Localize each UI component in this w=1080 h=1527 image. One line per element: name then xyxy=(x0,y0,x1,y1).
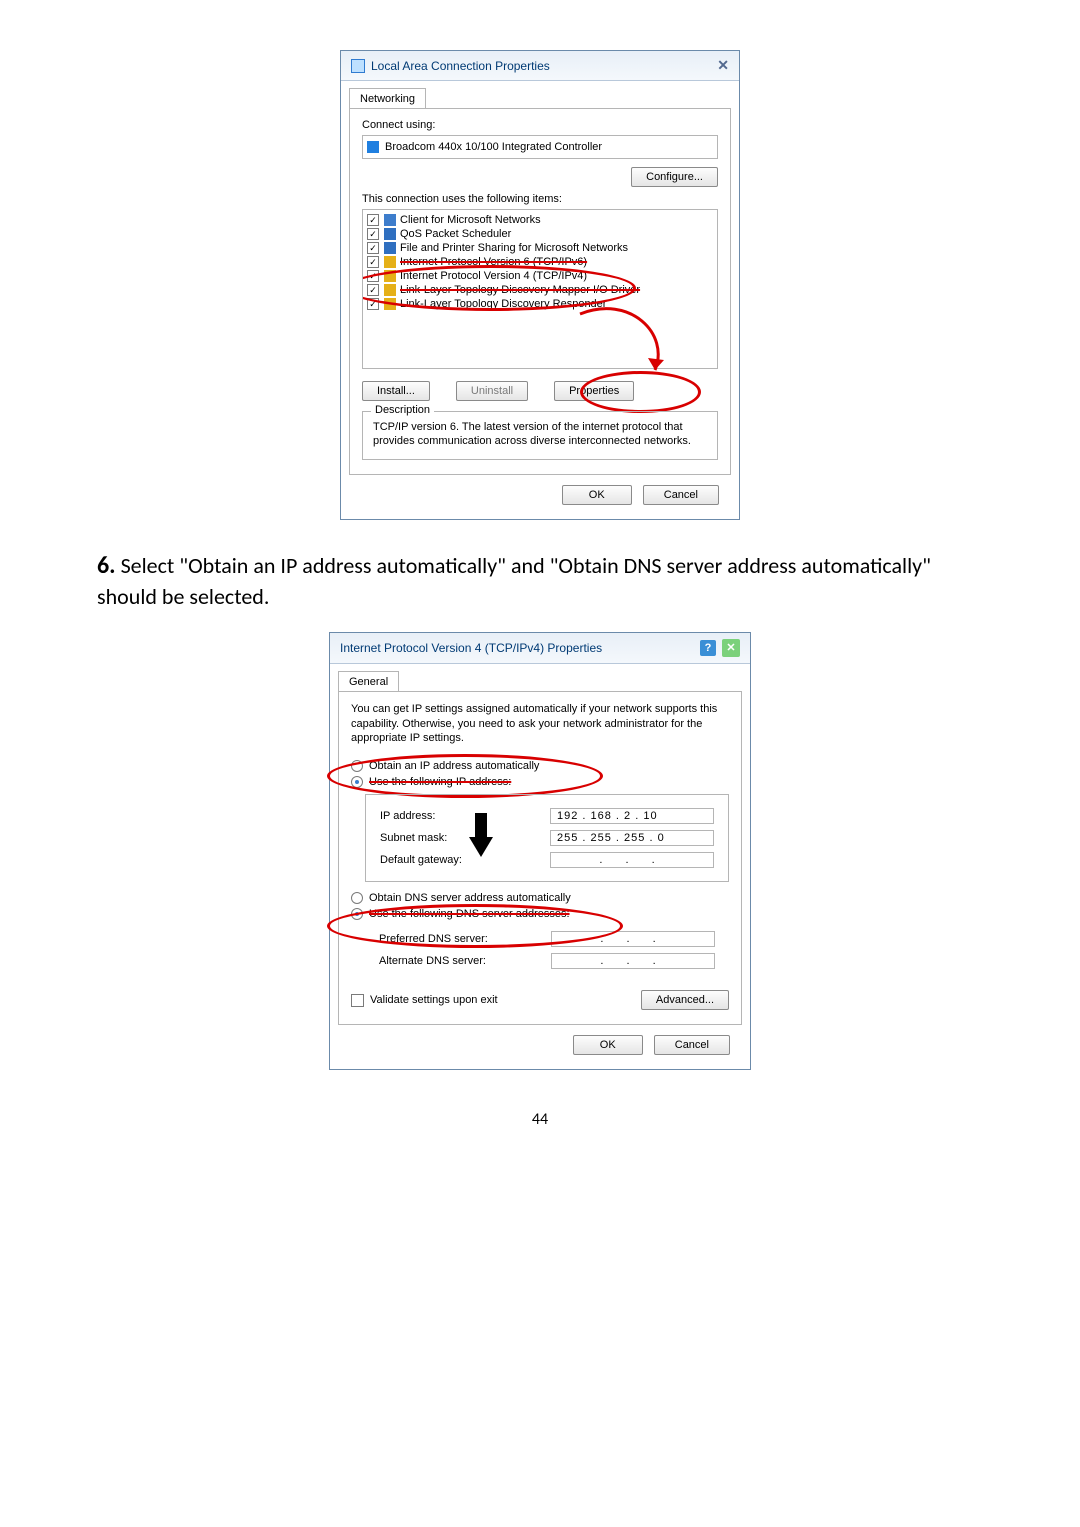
help-icon[interactable]: ? xyxy=(700,640,716,656)
check-icon[interactable] xyxy=(367,242,379,254)
close-icon[interactable]: ✕ xyxy=(722,639,740,657)
radio-icon[interactable] xyxy=(351,776,363,788)
check-icon[interactable] xyxy=(367,284,379,296)
protocol-icon xyxy=(384,284,396,296)
list-item[interactable]: QoS Packet Scheduler xyxy=(367,227,713,241)
radio-icon[interactable] xyxy=(351,892,363,904)
uninstall-button: Uninstall xyxy=(456,381,528,401)
ip-address-label: IP address: xyxy=(380,810,435,822)
dialog-title: Local Area Connection Properties xyxy=(371,59,550,73)
ip-address-value[interactable]: 192 . 168 . 2 . 10 xyxy=(550,808,714,824)
ipv4-properties-dialog: Internet Protocol Version 4 (TCP/IPv4) P… xyxy=(329,632,751,1071)
list-item[interactable]: Link-Layer Topology Discovery Mapper I/O… xyxy=(367,283,713,297)
check-icon[interactable] xyxy=(367,228,379,240)
check-icon[interactable] xyxy=(367,256,379,268)
option-label: Use the following IP address: xyxy=(369,776,511,788)
network-icon xyxy=(351,59,365,73)
list-item-label: Internet Protocol Version 4 (TCP/IPv4) xyxy=(400,270,587,282)
cancel-button[interactable]: Cancel xyxy=(643,485,719,505)
adapter-name: Broadcom 440x 10/100 Integrated Controll… xyxy=(385,141,602,153)
advanced-button[interactable]: Advanced... xyxy=(641,990,729,1010)
connect-using-label: Connect using: xyxy=(362,119,718,131)
checkbox-icon[interactable] xyxy=(351,994,364,1007)
tab-general[interactable]: General xyxy=(338,671,399,692)
properties-button[interactable]: Properties xyxy=(554,381,634,401)
close-icon[interactable]: ✕ xyxy=(717,57,729,74)
validate-checkbox-row[interactable]: Validate settings upon exit xyxy=(351,994,498,1007)
subnet-value[interactable]: 255 . 255 . 255 . 0 xyxy=(550,830,714,846)
option-dns-auto[interactable]: Obtain DNS server address automatically xyxy=(351,890,729,906)
configure-button[interactable]: Configure... xyxy=(631,167,718,187)
option-label: Obtain DNS server address automatically xyxy=(369,892,571,904)
list-item-label: Client for Microsoft Networks xyxy=(400,214,541,226)
check-icon[interactable] xyxy=(367,298,379,310)
ok-button[interactable]: OK xyxy=(562,485,632,505)
qos-icon xyxy=(384,228,396,240)
list-item[interactable]: Internet Protocol Version 4 (TCP/IPv4) xyxy=(367,269,713,283)
option-label: Use the following DNS server addresses: xyxy=(369,908,570,920)
radio-icon[interactable] xyxy=(351,760,363,772)
list-item-label: Link-Layer Topology Discovery Mapper I/O… xyxy=(400,284,640,296)
install-button[interactable]: Install... xyxy=(362,381,430,401)
protocol-icon xyxy=(384,298,396,310)
lan-properties-dialog: Local Area Connection Properties ✕ Netwo… xyxy=(340,50,740,520)
description-group: Description TCP/IP version 6. The latest… xyxy=(362,411,718,460)
check-icon[interactable] xyxy=(367,270,379,282)
alt-dns-value[interactable]: . . . xyxy=(551,953,715,969)
dns-settings-group: Preferred DNS server: . . . Alternate DNS… xyxy=(365,926,729,982)
black-arrow-icon xyxy=(466,813,496,857)
items-list[interactable]: Client for Microsoft Networks QoS Packet… xyxy=(362,209,718,369)
monitor-icon xyxy=(384,214,396,226)
option-ip-auto[interactable]: Obtain an IP address automatically xyxy=(351,758,729,774)
items-label: This connection uses the following items… xyxy=(362,193,718,205)
option-dns-manual[interactable]: Use the following DNS server addresses: xyxy=(351,906,729,922)
intro-text: You can get IP settings assigned automat… xyxy=(351,702,729,747)
option-label: Obtain an IP address automatically xyxy=(369,760,539,772)
list-item-label: Link-Layer Topology Discovery Responder xyxy=(400,298,606,310)
cancel-button[interactable]: Cancel xyxy=(654,1035,730,1055)
list-item[interactable]: File and Printer Sharing for Microsoft N… xyxy=(367,241,713,255)
adapter-icon xyxy=(367,141,379,153)
title-bar: Local Area Connection Properties ✕ xyxy=(341,51,739,81)
tab-networking[interactable]: Networking xyxy=(349,88,426,109)
adapter-text: Broadcom 440x 10/100 Integrated Controll… xyxy=(362,135,718,159)
check-icon[interactable] xyxy=(367,214,379,226)
title-bar: Internet Protocol Version 4 (TCP/IPv4) P… xyxy=(330,633,750,664)
subnet-label: Subnet mask: xyxy=(380,832,447,844)
description-title: Description xyxy=(371,404,434,416)
pref-dns-label: Preferred DNS server: xyxy=(379,933,488,945)
list-item-label: QoS Packet Scheduler xyxy=(400,228,511,240)
description-text: TCP/IP version 6. The latest version of … xyxy=(373,420,707,449)
ok-button[interactable]: OK xyxy=(573,1035,643,1055)
gateway-label: Default gateway: xyxy=(380,854,462,866)
list-item-label: File and Printer Sharing for Microsoft N… xyxy=(400,242,628,254)
step-number: 6. xyxy=(97,551,116,580)
protocol-icon xyxy=(384,256,396,268)
pref-dns-value[interactable]: . . . xyxy=(551,931,715,947)
dialog-title: Internet Protocol Version 4 (TCP/IPv4) P… xyxy=(340,641,602,655)
validate-label: Validate settings upon exit xyxy=(370,994,498,1006)
step-text: Select "Obtain an IP address automatical… xyxy=(97,552,931,610)
list-item-label: Internet Protocol Version 6 (TCP/IPv6) xyxy=(400,256,587,268)
list-item[interactable]: Internet Protocol Version 6 (TCP/IPv6) xyxy=(367,255,713,269)
instruction-step: 6. Select "Obtain an IP address automati… xyxy=(95,550,985,612)
list-item[interactable]: Client for Microsoft Networks xyxy=(367,213,713,227)
page-number: 44 xyxy=(95,1110,985,1129)
radio-icon[interactable] xyxy=(351,908,363,920)
protocol-icon xyxy=(384,270,396,282)
list-item[interactable]: Link-Layer Topology Discovery Responder xyxy=(367,297,713,311)
gateway-value[interactable]: . . . xyxy=(550,852,714,868)
alt-dns-label: Alternate DNS server: xyxy=(379,955,486,967)
option-ip-manual[interactable]: Use the following IP address: xyxy=(351,774,729,790)
file-icon xyxy=(384,242,396,254)
ip-settings-group: IP address: 192 . 168 . 2 . 10 Subnet mas… xyxy=(365,794,729,882)
